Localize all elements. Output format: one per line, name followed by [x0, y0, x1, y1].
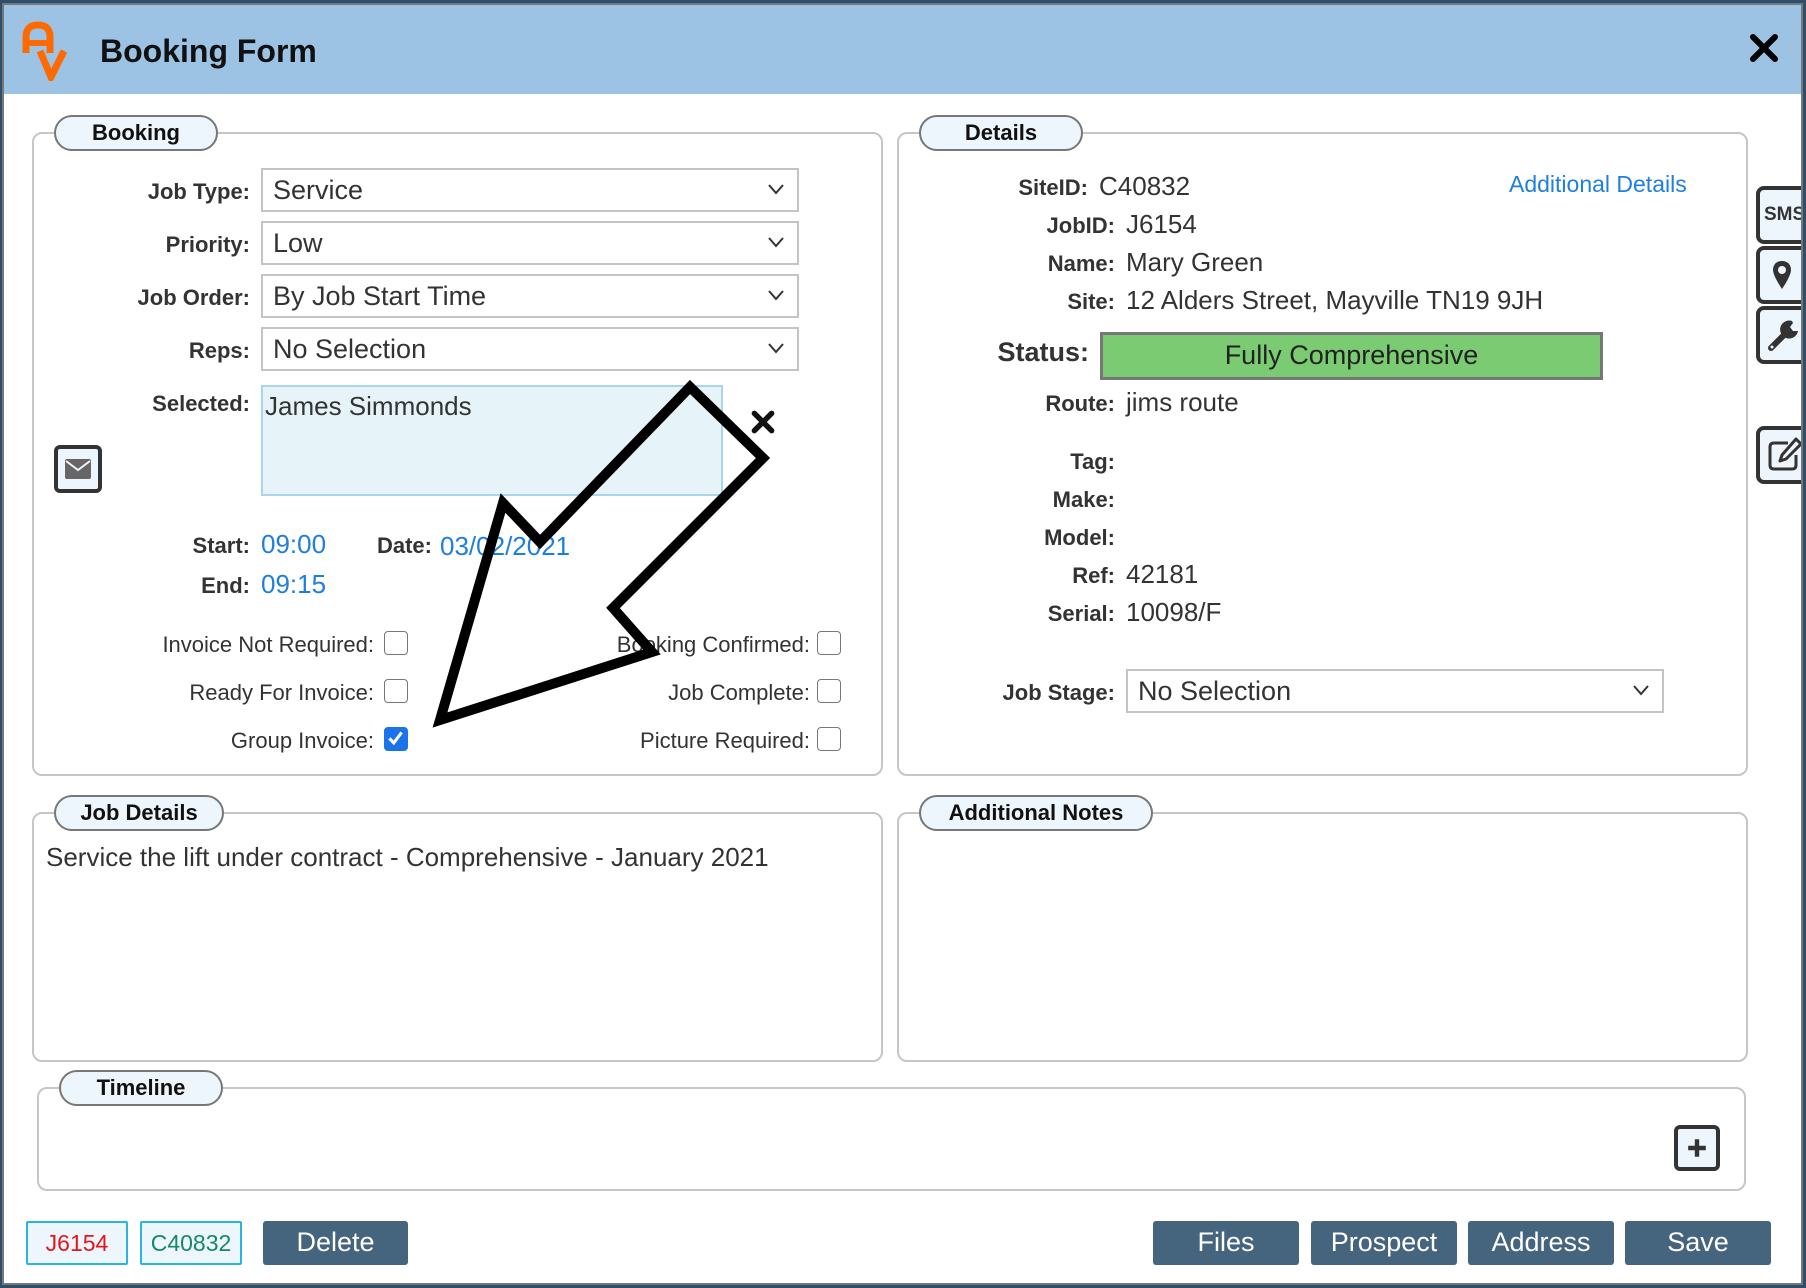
make-label: Make: — [1052, 487, 1115, 512]
checkmark-icon — [388, 731, 403, 746]
chevron-down-icon — [768, 237, 784, 248]
status-badge: Fully Comprehensive — [1100, 332, 1603, 380]
ready-for-invoice-label: Ready For Invoice: — [189, 680, 374, 705]
name-label: Name: — [1047, 251, 1115, 276]
end-time-value[interactable]: 09:15 — [261, 569, 326, 600]
ready-for-invoice-checkbox[interactable] — [384, 679, 408, 703]
booking-confirmed-label: Booking Confirmed: — [616, 632, 810, 657]
reps-select[interactable]: No Selection — [261, 327, 799, 371]
edit-button[interactable] — [1756, 426, 1801, 484]
tools-button[interactable] — [1756, 306, 1801, 364]
timeline-section: Timeline — [37, 1070, 1746, 1191]
status-label: Status: — [997, 337, 1089, 367]
tag-label: Tag: — [1070, 449, 1115, 474]
group-invoice-checkbox[interactable] — [384, 727, 408, 751]
job-order-select[interactable]: By Job Start Time — [261, 274, 799, 318]
priority-label: Priority: — [165, 232, 250, 257]
end-label: End: — [201, 573, 250, 598]
date-label: Date: — [376, 533, 432, 558]
prospect-button[interactable]: Prospect — [1311, 1221, 1457, 1265]
route-value: jims route — [1126, 387, 1239, 417]
selected-label: Selected: — [152, 391, 250, 416]
modal-header: Booking Form — [4, 5, 1801, 94]
location-button[interactable] — [1756, 246, 1801, 304]
job-stage-label: Job Stage: — [1002, 680, 1115, 705]
priority-value: Low — [273, 228, 323, 258]
reps-label: Reps: — [188, 338, 250, 363]
job-id-tag[interactable]: J6154 — [26, 1221, 128, 1265]
booking-confirmed-checkbox[interactable] — [817, 631, 841, 655]
site-id-label: SiteID: — [1018, 175, 1088, 200]
sms-label: SMS — [1764, 204, 1803, 225]
ref-label: Ref: — [1072, 563, 1115, 588]
wrench-icon — [1768, 320, 1798, 351]
selected-reps-list[interactable]: James Simmonds — [261, 385, 723, 496]
sms-button[interactable]: SMS — [1756, 186, 1803, 244]
job-order-label: Job Order: — [137, 285, 250, 310]
job-details-text[interactable]: Service the lift under contract - Compre… — [46, 842, 769, 873]
job-type-value: Service — [273, 175, 364, 205]
av-logo-icon — [22, 21, 68, 81]
job-type-select[interactable]: Service — [261, 168, 799, 212]
job-id-label: JobID: — [1046, 213, 1115, 238]
route-label: Route: — [1045, 391, 1115, 416]
name-value: Mary Green — [1126, 247, 1264, 277]
job-order-value: By Job Start Time — [273, 281, 487, 311]
timeline-legend: Timeline — [59, 1070, 223, 1106]
site-label: Site: — [1067, 289, 1115, 314]
details-legend: Details — [919, 115, 1083, 151]
group-invoice-label: Group Invoice: — [230, 728, 374, 753]
edit-note-icon — [1768, 437, 1801, 471]
date-value[interactable]: 03/02/2021 — [440, 531, 570, 562]
additional-details-link[interactable]: Additional Details — [1509, 171, 1687, 198]
job-stage-select[interactable]: No Selection — [1126, 669, 1664, 713]
ref-value: 42181 — [1126, 559, 1199, 589]
add-timeline-button[interactable] — [1674, 1125, 1720, 1171]
job-type-label: Job Type: — [147, 179, 250, 204]
address-button[interactable]: Address — [1468, 1221, 1614, 1265]
priority-select[interactable]: Low — [261, 221, 799, 265]
booking-form-modal: Booking Form Booking Job Type: Service P… — [2, 3, 1803, 1285]
site-id-tag[interactable]: C40832 — [140, 1221, 242, 1265]
job-complete-label: Job Complete: — [668, 680, 810, 705]
job-details-legend: Job Details — [54, 795, 224, 831]
serial-value: 10098/F — [1126, 597, 1222, 627]
email-button[interactable] — [54, 445, 102, 493]
modal-title: Booking Form — [100, 33, 317, 69]
serial-label: Serial: — [1047, 601, 1115, 626]
chevron-down-icon — [768, 290, 784, 301]
chevron-down-icon — [768, 184, 784, 195]
picture-required-checkbox[interactable] — [817, 727, 841, 751]
job-id-value: J6154 — [1126, 209, 1197, 239]
chevron-down-icon — [1633, 685, 1649, 696]
picture-required-label: Picture Required: — [640, 728, 810, 753]
invoice-not-required-checkbox[interactable] — [384, 631, 408, 655]
envelope-icon — [65, 459, 91, 479]
remove-selection-icon[interactable] — [750, 409, 776, 435]
close-icon[interactable] — [1749, 31, 1779, 65]
reps-value: No Selection — [273, 334, 427, 364]
save-button[interactable]: Save — [1625, 1221, 1771, 1265]
additional-notes-text[interactable] — [912, 842, 1732, 1042]
additional-notes-legend: Additional Notes — [919, 795, 1153, 831]
delete-button[interactable]: Delete — [263, 1221, 408, 1265]
site-id-value: C40832 — [1099, 171, 1191, 201]
chevron-down-icon — [768, 343, 784, 354]
start-label: Start: — [192, 533, 250, 558]
job-stage-value: No Selection — [1138, 676, 1292, 706]
plus-icon — [1688, 1139, 1706, 1157]
selected-rep-item[interactable]: James Simmonds — [265, 391, 472, 421]
map-pin-icon — [1773, 261, 1791, 289]
booking-legend: Booking — [54, 115, 218, 151]
job-complete-checkbox[interactable] — [817, 679, 841, 703]
invoice-not-required-label: Invoice Not Required: — [162, 632, 374, 657]
model-label: Model: — [1044, 525, 1115, 550]
site-value: 12 Alders Street, Mayville TN19 9JH — [1126, 285, 1544, 315]
start-time-value[interactable]: 09:00 — [261, 529, 326, 560]
files-button[interactable]: Files — [1153, 1221, 1299, 1265]
